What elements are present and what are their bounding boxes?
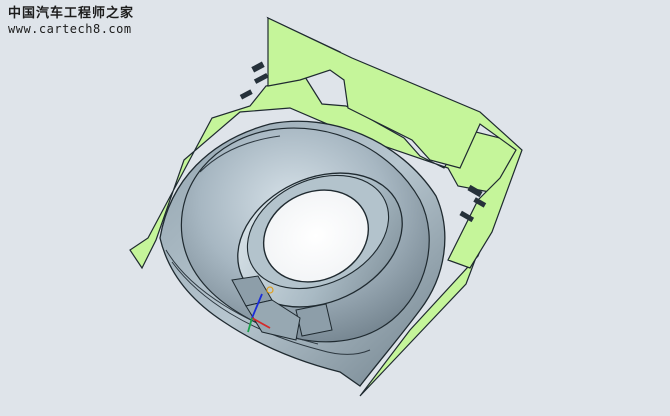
- cad-viewport[interactable]: 中国汽车工程师之家 www.cartech8.com: [0, 0, 670, 416]
- piston-model[interactable]: [0, 0, 670, 416]
